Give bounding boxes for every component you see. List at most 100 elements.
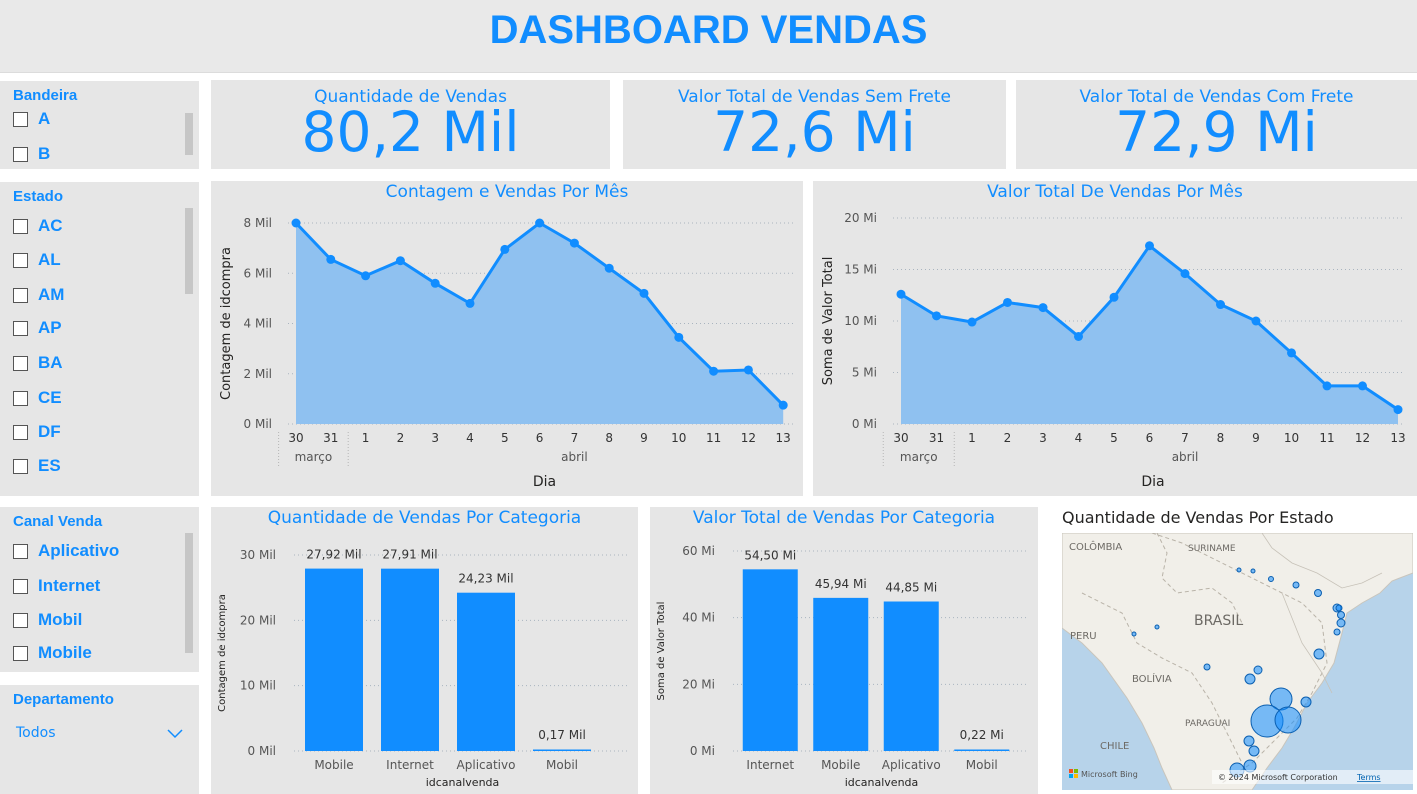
x-tick-label: 3 [431, 431, 439, 445]
slicer-option-am[interactable]: AM [13, 283, 64, 307]
x-tick-label: 7 [571, 431, 579, 445]
checkbox[interactable] [13, 111, 28, 127]
data-point [1358, 381, 1367, 391]
checkbox[interactable] [13, 424, 28, 440]
slicer-option-internet[interactable]: Internet [13, 574, 100, 598]
slicer-option-b[interactable]: B [13, 142, 50, 166]
x-tick-label: 13 [1390, 431, 1405, 445]
x-tick-label: 2 [397, 431, 405, 445]
data-label: 44,85 Mi [885, 581, 937, 595]
scrollbar[interactable] [185, 113, 193, 155]
map-bubble[interactable] [1154, 624, 1160, 630]
slicer-option-mobile[interactable]: Mobile [13, 641, 92, 665]
y-tick-label: 5 Mi [852, 366, 877, 380]
x-tick-label: 8 [605, 431, 613, 445]
checkbox[interactable] [13, 645, 28, 661]
checkbox[interactable] [13, 218, 28, 234]
slicer-option-al[interactable]: AL [13, 248, 61, 272]
map-label-bolivia: BOLÍVIA [1132, 672, 1172, 685]
x-axis-title: idcanalvenda [845, 776, 919, 789]
bar [883, 601, 939, 751]
checkbox[interactable] [13, 355, 28, 371]
slicer-option-ac[interactable]: AC [13, 214, 63, 238]
month-label: abril [1172, 450, 1199, 464]
map-label-chile: CHILE [1100, 741, 1129, 752]
data-point [709, 366, 719, 376]
map-vendas-estado[interactable]: COLÔMBIA SURINAME BRASIL PERU BOLÍVIA PA… [1062, 533, 1413, 790]
slicer-option-ce[interactable]: CE [13, 386, 62, 410]
kpi-value: 72,6 Mi [713, 100, 916, 164]
data-point [1287, 348, 1296, 358]
x-tick-label: 13 [776, 431, 791, 445]
map-bubble[interactable] [1244, 673, 1256, 685]
slicer-title: Bandeira [13, 87, 78, 104]
checkbox[interactable] [13, 390, 28, 406]
data-point [1216, 300, 1225, 310]
map-bubble[interactable] [1292, 581, 1300, 589]
map-bubble[interactable] [1250, 568, 1256, 574]
slicer-option-df[interactable]: DF [13, 420, 61, 444]
y-axis-title: Contagem de idcompra [219, 247, 234, 400]
map-bubble[interactable] [1203, 663, 1211, 671]
map-title: Quantidade de Vendas Por Estado [1062, 508, 1334, 527]
month-label: abril [561, 450, 588, 464]
slicer-option-ap[interactable]: AP [13, 316, 62, 340]
map-bubble[interactable] [1314, 589, 1322, 597]
x-tick-label: 31 [323, 431, 338, 445]
y-tick-label: 0 Mil [244, 417, 272, 431]
x-tick-label: Mobile [821, 758, 860, 772]
scrollbar[interactable] [185, 533, 193, 653]
map-bubble[interactable] [1243, 735, 1255, 747]
map-bubble[interactable] [1268, 576, 1274, 582]
departamento-dropdown[interactable]: Todos [16, 725, 55, 741]
x-tick-label: 12 [1355, 431, 1370, 445]
checkbox[interactable] [13, 252, 28, 268]
x-tick-label: 9 [1252, 431, 1260, 445]
slicer-title: Canal Venda [13, 513, 103, 530]
map-bubble[interactable] [1253, 665, 1263, 675]
chevron-down-icon[interactable] [167, 729, 183, 739]
map-bubble[interactable] [1300, 696, 1312, 708]
map-bubble[interactable] [1335, 604, 1343, 612]
slicer-option-aplicativo[interactable]: Aplicativo [13, 539, 119, 563]
checkbox[interactable] [13, 287, 28, 303]
y-tick-label: 30 Mil [240, 548, 276, 562]
map-bubble[interactable] [1337, 611, 1345, 619]
slicer-option-ba[interactable]: BA [13, 351, 63, 375]
map-bubble[interactable] [1236, 567, 1242, 573]
y-tick-label: 15 Mi [844, 263, 877, 277]
map-canvas[interactable]: COLÔMBIA SURINAME BRASIL PERU BOLÍVIA PA… [1062, 533, 1413, 790]
x-tick-label: 30 [288, 431, 303, 445]
map-bubble[interactable] [1131, 631, 1137, 637]
bar [457, 592, 515, 751]
checkbox[interactable] [13, 543, 28, 559]
map-bubble[interactable] [1313, 648, 1325, 660]
data-point [1145, 241, 1154, 251]
checkbox[interactable] [13, 320, 28, 336]
title-bar: DASHBOARD VENDAS [0, 0, 1417, 73]
checkbox[interactable] [13, 146, 28, 162]
x-tick-label: 3 [1039, 431, 1047, 445]
slicer-departamento: Departamento Todos [0, 685, 199, 794]
chart-contagem-vendas-mes: Contagem e Vendas Por Mês 0 Mil 2 Mil 4 Mi… [211, 181, 803, 496]
kpi-value: 80,2 Mil [301, 100, 520, 164]
map-bubble[interactable] [1336, 618, 1346, 628]
scrollbar[interactable] [185, 208, 193, 294]
checkbox[interactable] [13, 458, 28, 474]
data-point [1393, 405, 1403, 415]
map-bubble[interactable] [1333, 628, 1341, 636]
checkbox[interactable] [13, 612, 28, 628]
terms-link[interactable]: Terms [1356, 773, 1381, 782]
data-point [1074, 331, 1083, 341]
slicer-option-mobil[interactable]: Mobil [13, 608, 82, 632]
y-tick-label: 20 Mil [240, 613, 276, 627]
x-tick-label: 7 [1181, 431, 1189, 445]
area-series [296, 223, 784, 424]
slicer-option-es[interactable]: ES [13, 454, 61, 478]
checkbox[interactable] [13, 578, 28, 594]
map-bubble[interactable] [1274, 706, 1302, 734]
slicer-option-a[interactable]: A [13, 107, 50, 131]
map-bubble[interactable] [1248, 745, 1260, 757]
data-point [778, 400, 788, 410]
x-tick-label: 4 [1075, 431, 1083, 445]
